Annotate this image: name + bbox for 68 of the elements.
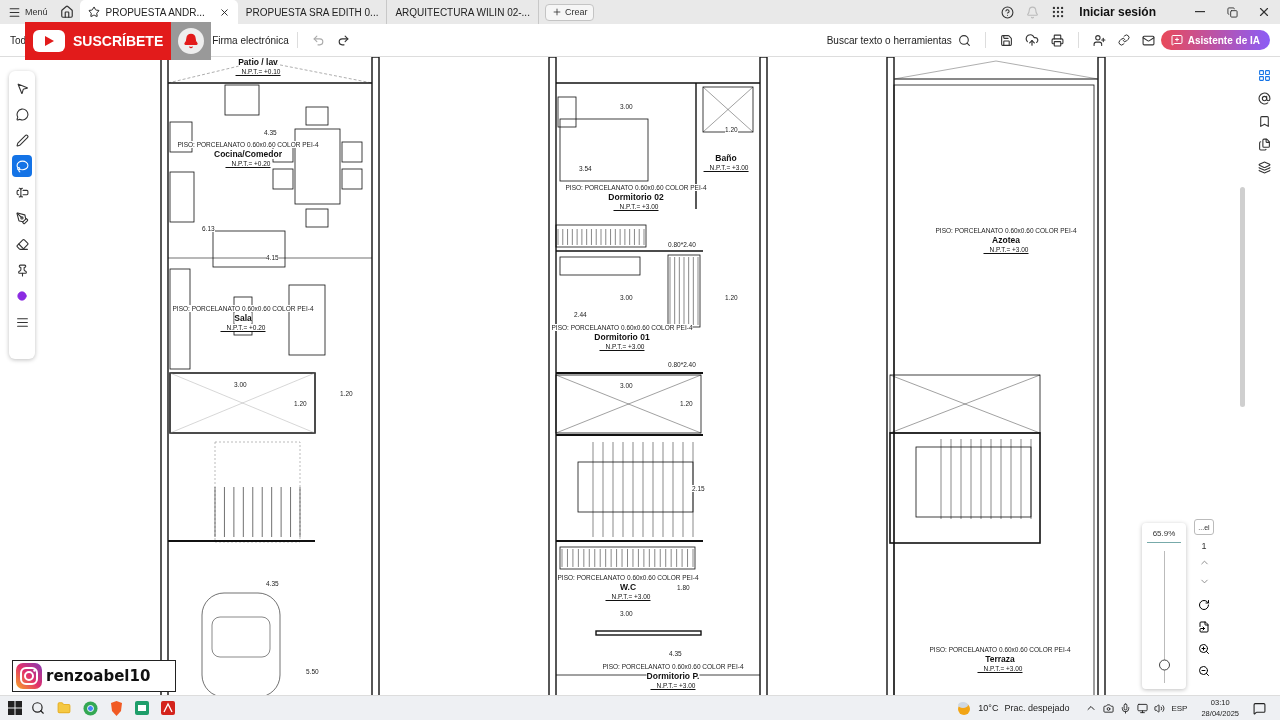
menu-icon xyxy=(15,315,29,329)
menu-button[interactable]: Menú xyxy=(8,5,54,19)
microphone-icon[interactable] xyxy=(1120,702,1132,714)
language-indicator[interactable]: ESP xyxy=(1171,703,1188,713)
pen-nib-icon xyxy=(15,211,29,225)
app-icon[interactable] xyxy=(135,701,149,715)
zoom-slider-thumb[interactable] xyxy=(1158,659,1170,671)
document-tab[interactable]: PROPUESTA ANDR... xyxy=(79,0,238,24)
all-tools-button[interactable]: Tod xyxy=(10,34,27,46)
page-document-icon[interactable] xyxy=(1198,621,1210,633)
scrollbar-thumb[interactable] xyxy=(1239,187,1245,407)
bookmark-icon[interactable] xyxy=(1257,115,1271,128)
ai-assistant-button[interactable]: Asistente de IA xyxy=(1160,30,1270,50)
layers-icon[interactable] xyxy=(1257,161,1271,174)
eraser-icon xyxy=(15,237,29,251)
restore-icon xyxy=(1226,6,1238,18)
browser-icon[interactable] xyxy=(82,700,98,716)
sign-in-button[interactable]: Iniciar sesión xyxy=(1071,5,1184,19)
color-dot-icon xyxy=(17,291,27,301)
pdf-reader-icon[interactable] xyxy=(161,701,175,715)
play-logo-icon xyxy=(33,30,65,52)
close-icon xyxy=(1257,5,1271,19)
minimize-icon xyxy=(1195,11,1205,13)
room-name: Patio / lav xyxy=(238,57,278,67)
room-name: Terraza xyxy=(985,654,1015,664)
create-button[interactable]: Crear xyxy=(544,3,595,21)
room-name: W.C xyxy=(619,582,636,592)
text-box-icon xyxy=(15,185,29,199)
social-handle: renzoabel10 xyxy=(46,667,151,685)
pin-icon xyxy=(15,263,29,277)
e-signature-button[interactable]: Firma electrónica xyxy=(212,34,289,46)
room-name: Sala xyxy=(234,313,252,323)
page-number: 1 xyxy=(1201,541,1207,551)
room-name: Baño xyxy=(715,153,737,163)
close-icon[interactable] xyxy=(218,6,230,18)
bell-icon xyxy=(183,33,200,49)
subscribe-text: SUSCRÍBETE xyxy=(73,33,164,49)
document-tab[interactable]: ARQUITECTURA WILIN 02-... xyxy=(387,0,539,24)
zoom-out-icon[interactable] xyxy=(1198,665,1210,677)
windows-start-icon[interactable] xyxy=(8,701,22,715)
search-tools-button[interactable]: Buscar texto o herramientas xyxy=(826,34,952,46)
volume-icon[interactable] xyxy=(1154,702,1166,714)
weather-text: Prac. despejado xyxy=(1004,703,1070,713)
pen-icon xyxy=(15,133,29,147)
rotate-icon[interactable] xyxy=(1198,599,1210,611)
menu-icon xyxy=(8,5,21,19)
shield-icon[interactable] xyxy=(109,700,123,716)
zoom-value: 65.9% xyxy=(1147,529,1181,543)
network-icon[interactable] xyxy=(1137,702,1149,714)
pages-icon[interactable] xyxy=(1257,138,1271,151)
notifications-icon[interactable] xyxy=(1253,701,1266,715)
star-icon[interactable] xyxy=(87,6,100,18)
chat-sparkle-icon xyxy=(1170,34,1183,46)
grid-icon[interactable] xyxy=(1257,69,1271,82)
room-name: Cocina/Comedor xyxy=(214,149,282,159)
document-tab[interactable]: PROPUESTA SRA EDITH 0... xyxy=(237,0,388,24)
camera-icon[interactable] xyxy=(1103,702,1115,714)
search-icon[interactable] xyxy=(31,701,45,715)
temperature-text: 10°C xyxy=(978,703,999,713)
room-name: Dormitorio 02 xyxy=(608,192,664,202)
room-name: Dormitorio P. xyxy=(646,671,700,681)
camera-logo-icon xyxy=(16,663,42,689)
room-name: Dormitorio 01 xyxy=(594,332,650,342)
room-name: Azotea xyxy=(992,235,1020,245)
lasso-icon xyxy=(15,159,29,173)
zoom-in-icon[interactable] xyxy=(1198,643,1210,655)
pointer-icon xyxy=(15,81,29,95)
plus-icon xyxy=(551,7,562,17)
